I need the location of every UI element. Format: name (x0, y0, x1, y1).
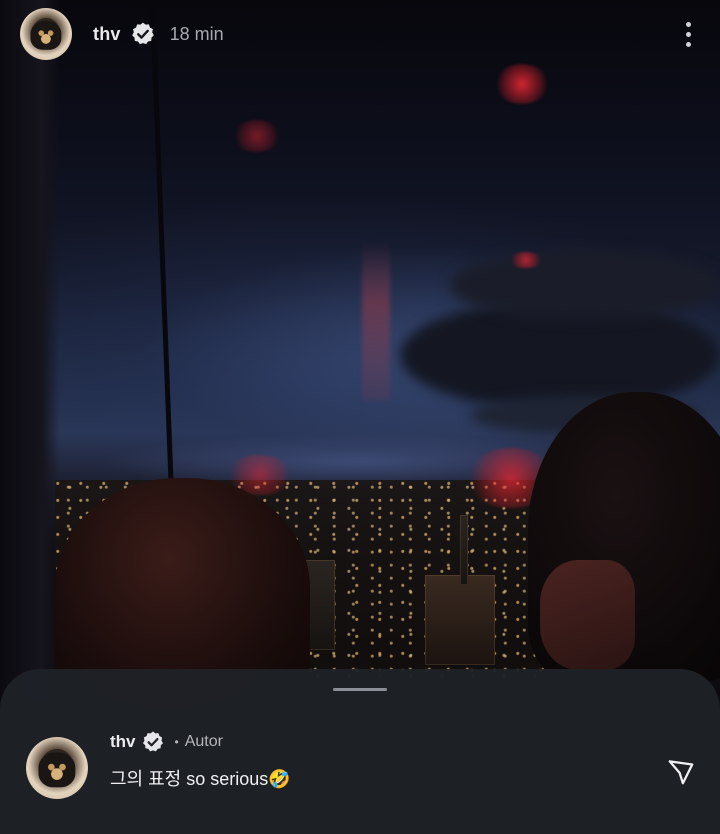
sheet-drag-handle[interactable] (333, 688, 387, 691)
comment-username[interactable]: thv (110, 732, 136, 752)
verified-badge-icon (130, 21, 156, 47)
pomeranian-avatar-icon (30, 20, 62, 51)
more-vertical-icon (685, 41, 691, 47)
red-light-reflection (494, 64, 550, 104)
window-frame (0, 0, 60, 700)
comment-body: thv • Autor 그의 표정 so serious🤣 (110, 729, 291, 791)
comments-sheet: thv • Autor 그의 표정 so serious🤣 (0, 669, 720, 834)
verified-badge-icon (141, 730, 165, 754)
author-tag: Autor (184, 733, 223, 750)
glass-reflection (362, 240, 390, 400)
comment-item: thv • Autor 그의 표정 so serious🤣 (26, 729, 696, 809)
window-mullion (150, 0, 174, 480)
meta-separator: • (174, 735, 179, 749)
story-header: thv 18 min (0, 0, 720, 68)
story-timestamp: 18 min (169, 23, 224, 44)
pomeranian-avatar-icon (38, 752, 76, 788)
cloud (450, 250, 720, 320)
avatar[interactable] (20, 8, 72, 60)
more-vertical-icon (685, 21, 691, 27)
story-username[interactable]: thv (93, 24, 121, 45)
story-viewer: thv 18 min thv • Autor 그의 표정 so serious🤣 (0, 0, 720, 834)
red-light-reflection (508, 252, 544, 268)
send-button[interactable] (666, 757, 696, 787)
comment-meta: thv • Autor (110, 729, 291, 755)
person-face (540, 560, 635, 670)
building (425, 575, 495, 665)
red-light-reflection (232, 120, 282, 152)
more-vertical-icon (685, 31, 691, 37)
send-icon (668, 760, 694, 785)
more-options-button[interactable] (676, 14, 700, 54)
avatar[interactable] (26, 737, 88, 799)
comment-text: 그의 표정 so serious🤣 (110, 769, 291, 789)
building (460, 515, 468, 585)
